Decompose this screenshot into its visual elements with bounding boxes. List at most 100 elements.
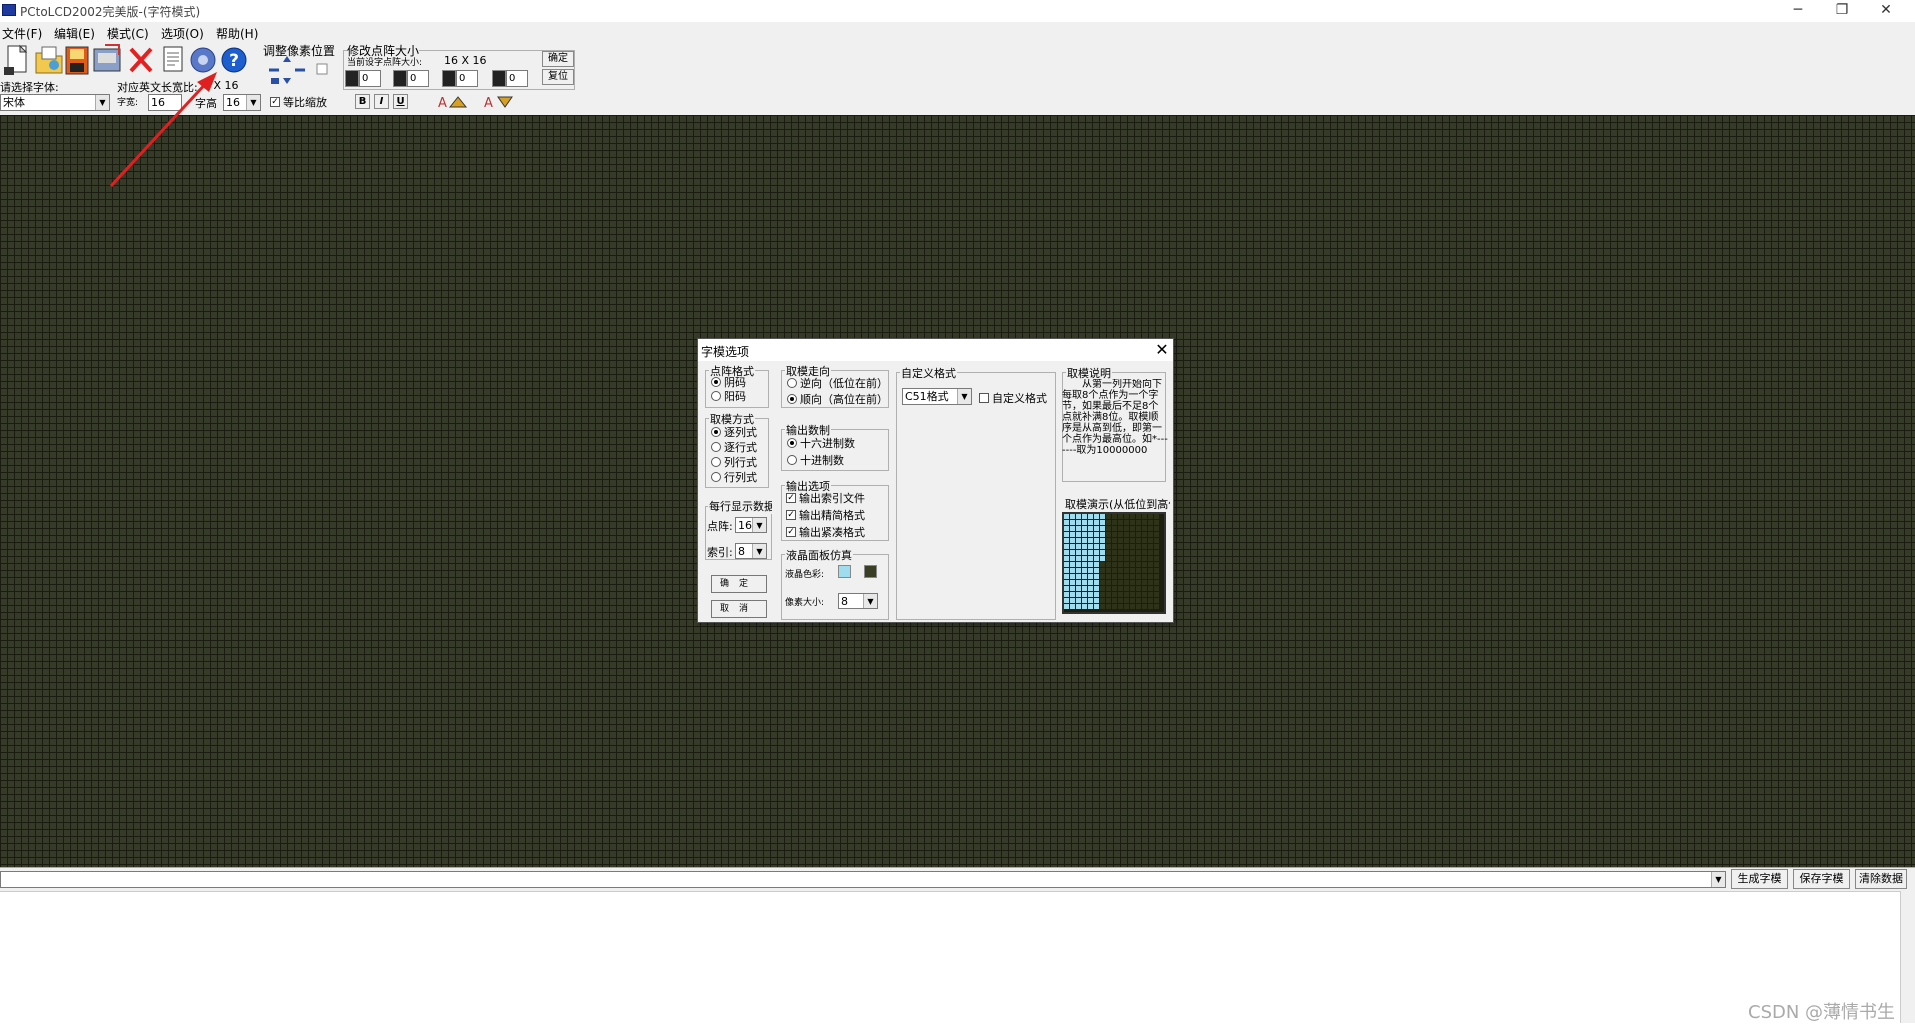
dot-per-line-select[interactable]: 16 ▼ (735, 517, 767, 533)
italic-button[interactable]: I (374, 94, 389, 109)
demo-pixel (1094, 598, 1099, 603)
demo-pixel (1124, 514, 1129, 519)
demo-pixel (1136, 544, 1141, 549)
demo-pixel (1142, 532, 1147, 537)
proportional-checkbox[interactable]: ✓ 等比缩放 (270, 94, 327, 110)
menu-mode[interactable]: 模式(C) (107, 25, 149, 42)
checkbox-compact-format-label: 输出精简格式 (799, 509, 865, 522)
height-select[interactable]: 16 ▼ (223, 94, 261, 111)
pixel-size-value: 8 (841, 595, 848, 608)
demo-pixel (1106, 568, 1111, 573)
demo-pixel (1136, 598, 1141, 603)
radio-forward[interactable]: 顺向（高位在前） (787, 391, 887, 407)
demo-pixel (1112, 574, 1117, 579)
checkbox-compact-format[interactable]: ✓ 输出精简格式 (786, 507, 886, 523)
pixel-move-arrows-icon[interactable] (265, 54, 335, 88)
demo-pixel (1076, 538, 1081, 543)
demo-pixel (1136, 556, 1141, 561)
demo-pixel (1064, 592, 1069, 597)
demo-pixel (1082, 520, 1087, 525)
radio-positive[interactable]: 阳码 (711, 388, 746, 404)
mirror-text-icon[interactable]: A (482, 93, 518, 111)
generate-button[interactable]: 生成字模 (1731, 869, 1788, 889)
radio-hex[interactable]: 十六进制数 (787, 435, 855, 451)
demo-pixel (1148, 562, 1153, 567)
demo-pixel (1094, 580, 1099, 585)
demo-pixel (1088, 520, 1093, 525)
radio-decimal[interactable]: 十进制数 (787, 452, 844, 468)
demo-pixel (1112, 592, 1117, 597)
reset-size-button[interactable]: 复位 (542, 69, 574, 85)
demo-pixel (1130, 592, 1135, 597)
vertical-scrollbar[interactable] (1900, 891, 1915, 1023)
demo-pixel (1118, 592, 1123, 597)
checkbox-index-file[interactable]: ✓ 输出索引文件 (786, 490, 886, 506)
open-folder-icon[interactable] (34, 43, 66, 77)
demo-pixel (1094, 514, 1099, 519)
demo-pixel (1076, 556, 1081, 561)
demo-pixel (1124, 604, 1129, 609)
demo-pixel (1088, 556, 1093, 561)
shrink-right-icon[interactable] (442, 70, 456, 87)
demo-pixel (1064, 520, 1069, 525)
dialog-confirm-button[interactable]: 确定 (711, 575, 767, 593)
shrink-left-icon[interactable] (345, 70, 359, 87)
minimize-button[interactable]: ─ (1776, 0, 1820, 22)
demo-pixel (1088, 514, 1093, 519)
demo-pixel (1124, 586, 1129, 591)
dialog-close-button[interactable]: ✕ (1153, 340, 1171, 359)
menu-edit[interactable]: 编辑(E) (54, 25, 95, 42)
demo-pixel (1154, 520, 1159, 525)
demo-pixel (1106, 598, 1111, 603)
bold-button[interactable]: B (355, 94, 370, 109)
bottom-spin-input[interactable]: 0 (506, 70, 528, 87)
underline-button[interactable]: U (393, 94, 408, 109)
radio-row-wise[interactable]: 逐行式 (711, 439, 757, 455)
menu-file[interactable]: 文件(F) (2, 25, 42, 42)
demo-pixel (1064, 532, 1069, 537)
demo-pixel (1094, 550, 1099, 555)
lcd-off-color-swatch[interactable] (864, 565, 877, 578)
checkbox-tight-format[interactable]: ✓ 输出紧凑格式 (786, 524, 886, 540)
custom-format-checkbox[interactable]: 自定义格式 (979, 390, 1054, 406)
demo-pixel (1124, 592, 1129, 597)
checkbox-box: ✓ (786, 493, 796, 503)
output-combo[interactable]: ▼ (0, 871, 1726, 888)
radio-column-row[interactable]: 列行式 (711, 454, 757, 470)
shrink-bottom-icon[interactable] (492, 70, 506, 87)
radio-circle (711, 427, 721, 437)
rotate-text-icon[interactable]: A (436, 93, 472, 111)
radio-row-column[interactable]: 行列式 (711, 469, 757, 485)
radio-hex-label: 十六进制数 (800, 437, 855, 450)
demo-pixel (1082, 562, 1087, 567)
radio-column-wise[interactable]: 逐列式 (711, 424, 757, 440)
font-select[interactable]: 宋体 ▼ (0, 94, 110, 111)
new-file-icon[interactable] (2, 43, 34, 77)
confirm-size-button[interactable]: 确定 (542, 51, 574, 67)
demo-pixel (1088, 592, 1093, 597)
demo-pixel (1112, 586, 1117, 591)
custom-format-checkbox-label: 自定义格式 (992, 392, 1047, 405)
shrink-top-icon[interactable] (393, 70, 407, 87)
top-spin-input[interactable]: 0 (407, 70, 429, 87)
dialog-cancel-button[interactable]: 取消 (711, 600, 767, 618)
right-spin-input[interactable]: 0 (456, 70, 478, 87)
restore-button[interactable]: ❐ (1820, 0, 1864, 22)
clear-button[interactable]: 清除数据 (1855, 869, 1907, 889)
chevron-down-icon: ▼ (957, 389, 971, 404)
demo-pixel (1064, 562, 1069, 567)
pixel-size-select[interactable]: 8 ▼ (838, 593, 878, 609)
format-select[interactable]: C51格式 ▼ (902, 388, 972, 405)
demo-pixel (1082, 574, 1087, 579)
custom-format-group (896, 372, 1056, 620)
index-per-line-select[interactable]: 8 ▼ (735, 543, 767, 559)
menu-help[interactable]: 帮助(H) (216, 25, 258, 42)
radio-reverse[interactable]: 逆向（低位在前） (787, 375, 887, 391)
menu-options[interactable]: 选项(O) (161, 25, 204, 42)
close-button[interactable]: ✕ (1864, 0, 1908, 22)
save-button[interactable]: 保存字模 (1793, 869, 1850, 889)
output-textarea[interactable] (0, 891, 1900, 1023)
demo-pixel (1142, 544, 1147, 549)
left-spin-input[interactable]: 0 (359, 70, 381, 87)
lcd-on-color-swatch[interactable] (838, 565, 851, 578)
